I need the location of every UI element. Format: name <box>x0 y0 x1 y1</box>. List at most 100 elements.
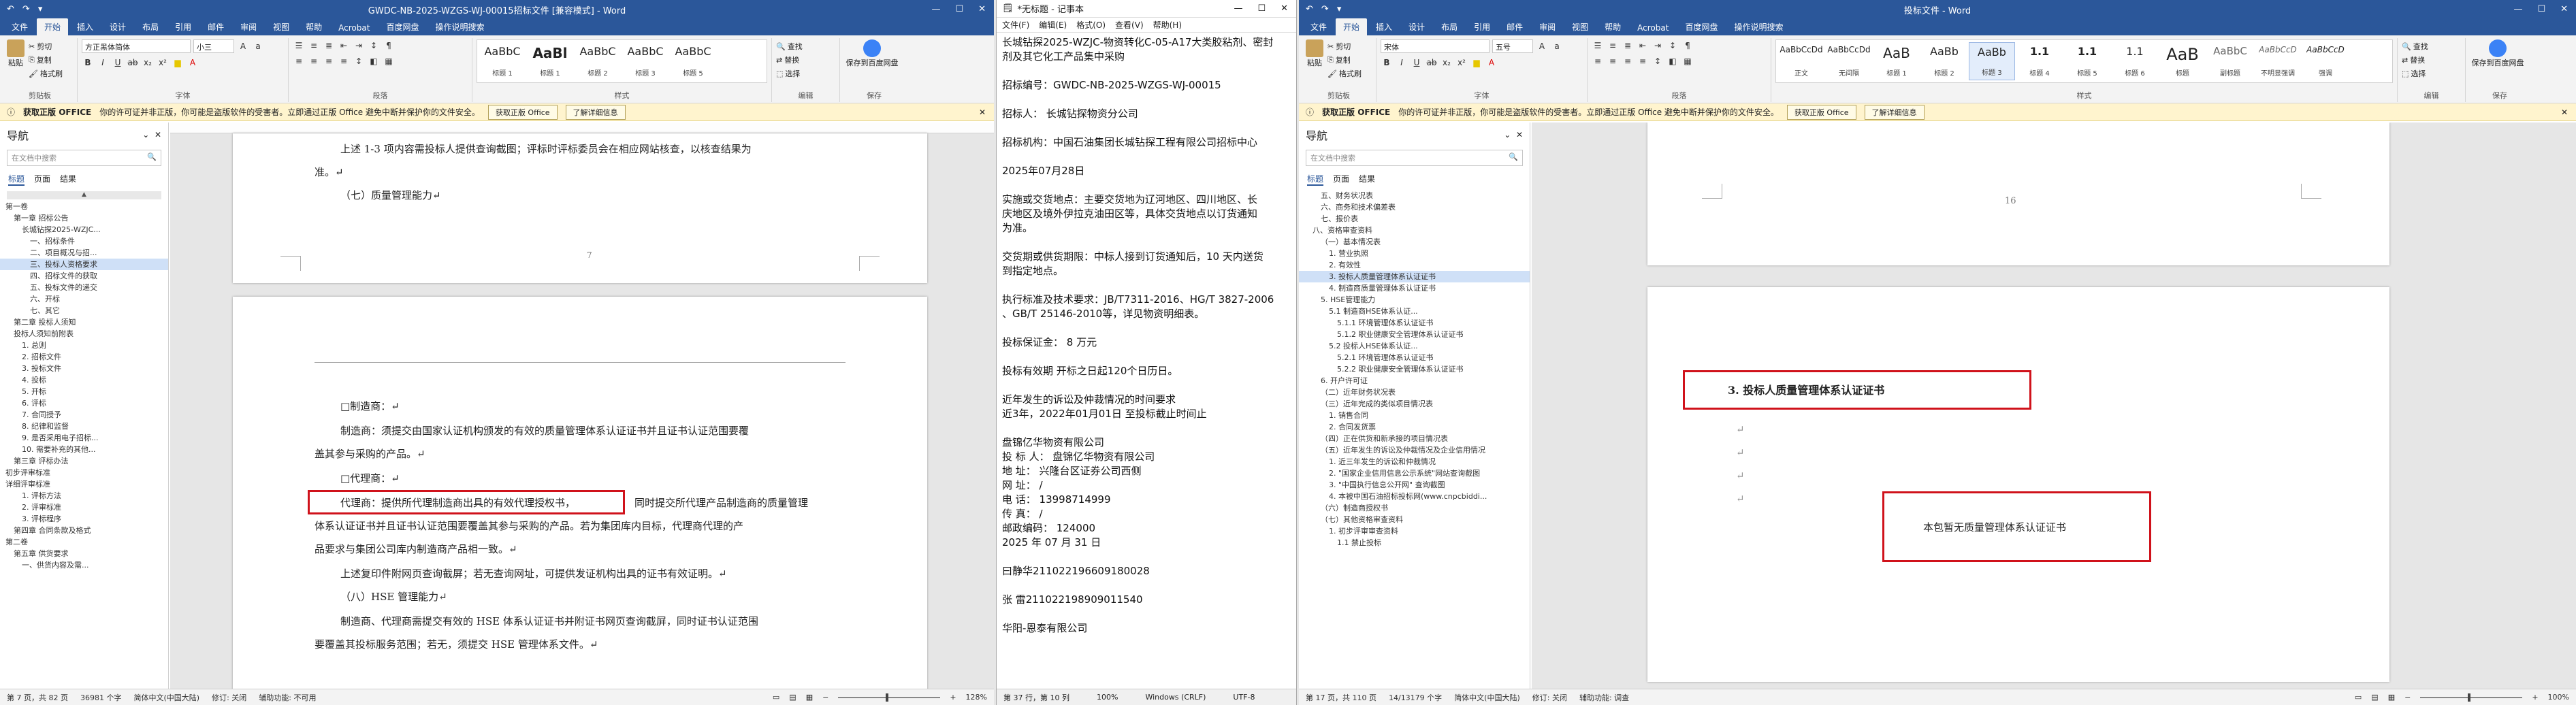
zoom-in-icon[interactable]: + <box>950 693 956 702</box>
italic-icon[interactable]: I <box>1396 56 1408 69</box>
zoom-out-icon[interactable]: − <box>822 693 828 702</box>
track-changes[interactable]: 修订: 关闭 <box>212 692 246 703</box>
superscript-icon[interactable]: x² <box>1455 56 1468 69</box>
style-item[interactable]: 1.1 标题 5 <box>2064 42 2110 80</box>
nav-search-input[interactable]: 在文档中搜索 🔍 <box>7 150 161 166</box>
tab-view[interactable]: 视图 <box>1564 18 1596 35</box>
nav-heading-item[interactable]: 七、其它 <box>0 305 168 316</box>
style-item[interactable]: AaBbCcD 不明显强调 <box>2255 42 2301 80</box>
format-painter-button[interactable]: 🖌 格式刷 <box>29 67 63 80</box>
nav-heading-item[interactable]: 2. 招标文件 <box>0 351 168 363</box>
nav-heading-item[interactable]: 2. 有效性 <box>1299 259 1530 271</box>
find-button[interactable]: 🔍 查找 <box>2402 39 2461 53</box>
grow-font-icon[interactable]: A <box>237 40 249 52</box>
style-item[interactable]: AaBbCcDd 正文 <box>1778 42 1824 80</box>
nav-tab-pages[interactable]: 页面 <box>34 173 50 186</box>
tab-mailings[interactable]: 邮件 <box>1499 18 1530 35</box>
nav-heading-item[interactable]: 3. 评标程序 <box>0 513 168 525</box>
align-left-icon[interactable]: ≡ <box>293 55 305 67</box>
bold-icon[interactable]: B <box>82 56 94 69</box>
text-editor[interactable]: 长城钻探2025-WZJC-物资转化C-05-A17大类胶粘剂、密封 剂及其它化工… <box>997 33 1296 689</box>
menu-edit[interactable]: 编辑(E) <box>1039 19 1067 31</box>
tab-insert[interactable]: 插入 <box>69 18 101 35</box>
nav-heading-item[interactable]: （四）正在供货和新承接的项目情况表 <box>1299 433 1530 444</box>
justify-icon[interactable]: ≡ <box>1637 55 1649 67</box>
learn-more-button[interactable]: 了解详细信息 <box>565 104 626 120</box>
minimize-icon[interactable]: — <box>2513 4 2522 14</box>
scroll-up-icon[interactable]: ▲ <box>7 191 161 199</box>
tab-help[interactable]: 帮助 <box>298 18 329 35</box>
style-item[interactable]: AaBbC 标题 5 <box>670 42 716 80</box>
tab-file[interactable]: 文件 <box>4 18 35 35</box>
learn-more-button[interactable]: 了解详细信息 <box>1864 104 1925 120</box>
nav-heading-item[interactable]: 6. 评标 <box>0 397 168 409</box>
save-to-baidu-button[interactable]: 保存到百度网盘 <box>2470 39 2526 68</box>
nav-heading-item[interactable]: （六）制造商授权书 <box>1299 502 1530 514</box>
close-icon[interactable]: ✕ <box>1281 3 1288 14</box>
close-icon[interactable]: ✕ <box>155 130 161 140</box>
tell-me-search[interactable]: 操作说明搜索 <box>428 18 492 35</box>
zoom-level[interactable]: 128% <box>966 693 987 702</box>
nav-heading-item[interactable]: 5.2.2 职业健康安全管理体系认证证书 <box>1299 363 1530 375</box>
increase-indent-icon[interactable]: ⇥ <box>353 39 365 52</box>
find-button[interactable]: 🔍 查找 <box>776 39 835 53</box>
chevron-down-icon[interactable]: ⌄ <box>1504 130 1511 140</box>
nav-heading-item[interactable]: 第一章 招标公告 <box>0 212 168 224</box>
copy-button[interactable]: ⎘ 复制 <box>1327 53 1362 67</box>
maximize-icon[interactable]: ☐ <box>955 4 963 14</box>
nav-heading-item[interactable]: 3. "中国执行信息公开网" 查询截图 <box>1299 479 1530 491</box>
tab-design[interactable]: 设计 <box>102 18 133 35</box>
undo-icon[interactable]: ↶ <box>7 4 14 14</box>
nav-heading-item[interactable]: 5.2 投标人HSE体系认证... <box>1299 340 1530 352</box>
subscript-icon[interactable]: x₂ <box>1440 56 1453 69</box>
language[interactable]: 简体中文(中国大陆) <box>133 692 199 703</box>
replace-button[interactable]: ⇄ 替换 <box>776 53 835 67</box>
tab-acrobat[interactable]: Acrobat <box>331 20 377 35</box>
tab-home[interactable]: 开始 <box>1336 18 1368 35</box>
nav-heading-item[interactable]: 5. 开标 <box>0 386 168 397</box>
copy-button[interactable]: ⎘ 复制 <box>29 53 63 67</box>
tab-baidu[interactable]: 百度网盘 <box>1677 18 1725 35</box>
web-layout-icon[interactable]: ▦ <box>806 693 813 702</box>
style-item[interactable]: 1.1 标题 6 <box>2112 42 2158 80</box>
align-left-icon[interactable]: ≡ <box>1592 55 1604 67</box>
nav-heading-item[interactable]: 10. 需要补充的其他... <box>0 444 168 455</box>
nav-heading-item[interactable]: 2. 评审标准 <box>0 502 168 513</box>
save-to-baidu-button[interactable]: 保存到百度网盘 <box>844 39 900 68</box>
nav-heading-item[interactable]: 5.1 制造商HSE体系认证... <box>1299 306 1530 317</box>
nav-heading-item[interactable]: 五、财务状况表 <box>1299 190 1530 201</box>
subscript-icon[interactable]: x₂ <box>142 56 154 69</box>
italic-icon[interactable]: I <box>97 56 109 69</box>
word-count[interactable]: 14/13179 个字 <box>1389 692 1442 703</box>
nav-heading-item[interactable]: 六、商务和技术偏差表 <box>1299 201 1530 213</box>
style-item[interactable]: AaBl 标题 1 <box>527 42 573 80</box>
tab-design[interactable]: 设计 <box>1401 18 1432 35</box>
redo-icon[interactable]: ↷ <box>22 4 30 14</box>
highlight-icon[interactable]: ▆ <box>172 56 184 69</box>
close-icon[interactable]: ✕ <box>978 4 986 14</box>
tab-review[interactable]: 审阅 <box>1532 18 1563 35</box>
maximize-icon[interactable]: ☐ <box>1257 3 1266 14</box>
nav-heading-item[interactable]: 7. 合同授予 <box>0 409 168 421</box>
tab-file[interactable]: 文件 <box>1303 18 1334 35</box>
line-spacing-icon[interactable]: ↕ <box>1652 55 1664 67</box>
replace-button[interactable]: ⇄ 替换 <box>2402 53 2461 67</box>
page-count[interactable]: 第 17 页，共 110 页 <box>1306 692 1376 703</box>
nav-heading-item[interactable]: 1. 近三年发生的诉讼和仲裁情况 <box>1299 456 1530 468</box>
nav-heading-item[interactable]: 1. 总则 <box>0 340 168 351</box>
select-button[interactable]: ⬚ 选择 <box>2402 67 2461 80</box>
align-center-icon[interactable]: ≡ <box>308 55 320 67</box>
multilevel-icon[interactable]: ≣ <box>323 39 335 52</box>
bullets-icon[interactable]: ☰ <box>1592 39 1604 52</box>
shading-icon[interactable]: ◧ <box>368 55 380 67</box>
tell-me-search[interactable]: 操作说明搜索 <box>1726 18 1790 35</box>
align-right-icon[interactable]: ≡ <box>1622 55 1634 67</box>
decrease-indent-icon[interactable]: ⇤ <box>1637 39 1649 52</box>
nav-tab-headings[interactable]: 标题 <box>1307 173 1324 186</box>
font-name-field[interactable]: 宋体 <box>1381 39 1490 53</box>
menu-file[interactable]: 文件(F) <box>1002 19 1029 31</box>
minimize-icon[interactable]: — <box>931 4 940 14</box>
nav-heading-item[interactable]: 详细评审标准 <box>0 478 168 490</box>
numbering-icon[interactable]: ≡ <box>308 39 320 52</box>
borders-icon[interactable]: ▦ <box>383 55 395 67</box>
